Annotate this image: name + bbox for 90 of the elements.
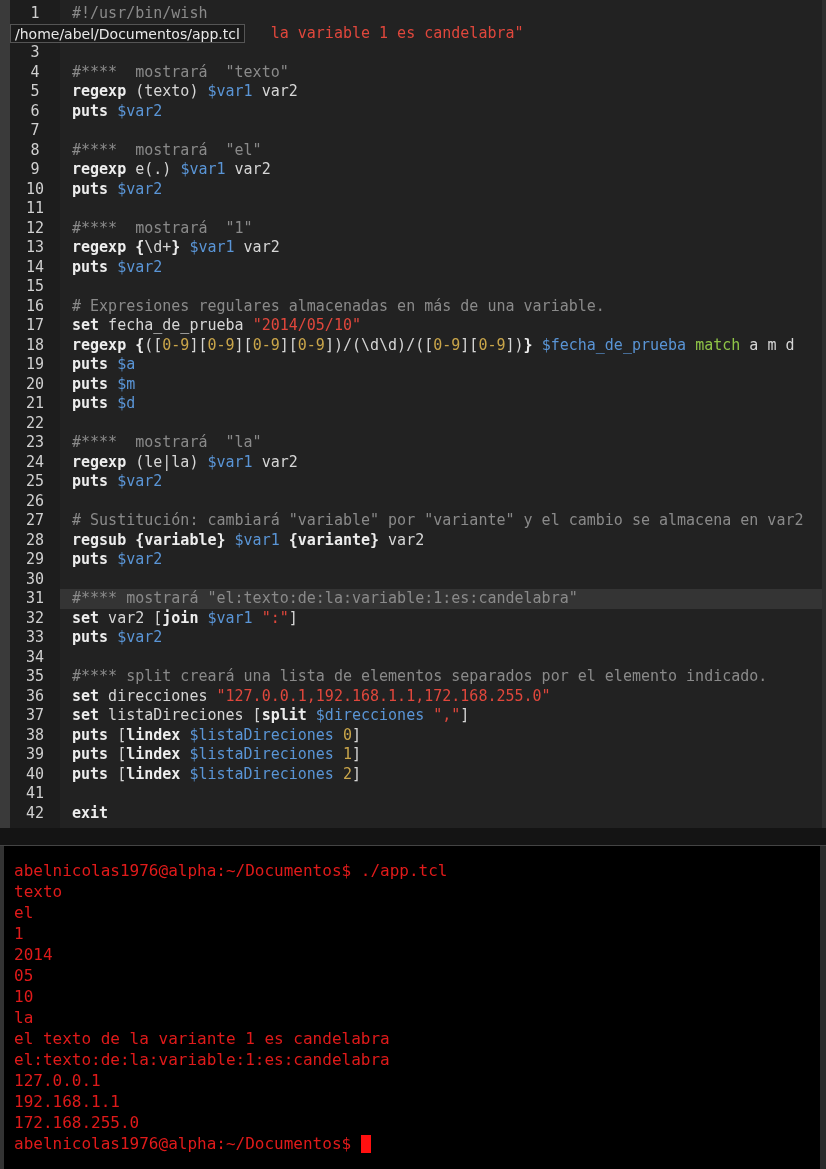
- line-number: 41: [25, 784, 45, 802]
- code-line: regsub {variable} $var1 {variante} var2: [72, 530, 425, 549]
- code-line: puts $a: [72, 355, 136, 373]
- terminal-line: texto: [14, 881, 63, 902]
- terminal-line: 10: [14, 986, 34, 1007]
- line-number: 40: [25, 764, 45, 783]
- code-line: #!/usr/bin/wish: [72, 4, 208, 22]
- line-number: 8: [30, 140, 40, 159]
- line-number: 17: [25, 316, 45, 334]
- line-number: 21: [25, 394, 45, 412]
- code-line: puts [lindex $listaDireciones 1]: [72, 745, 361, 763]
- line-number: 11: [25, 199, 45, 217]
- line-number: 7: [30, 121, 40, 139]
- line-number: 29: [25, 550, 45, 568]
- line-number: 15: [25, 277, 45, 295]
- file-path-tooltip: /home/abel/Documentos/app.tcl: [10, 23, 245, 43]
- line-number: 19: [25, 355, 45, 373]
- line-number: 18: [25, 335, 45, 354]
- code-line: # Expresiones regulares almacenadas en más de una variable.: [72, 296, 605, 315]
- code-line: puts $var2: [72, 628, 163, 646]
- line-number: 10: [25, 179, 45, 198]
- code-line: #**** mostrará "1": [72, 218, 253, 237]
- line-number: 12: [25, 218, 45, 237]
- line-number: 5: [30, 82, 40, 100]
- terminal-line: 127.0.0.1: [14, 1070, 101, 1091]
- line-number: 9: [30, 160, 40, 178]
- line-number: 34: [25, 647, 45, 666]
- line-number: 38: [25, 725, 45, 744]
- line-number: 35: [25, 667, 45, 685]
- code-line: #**** mostrará "texto": [72, 62, 289, 81]
- terminal-line: 2014: [14, 944, 53, 965]
- code-line: puts $d: [72, 394, 136, 412]
- line-number: 39: [25, 745, 45, 763]
- code-line: regexp {([0-9][0-9][0-9][0-9])/(\d\d)/([0-9][0-9])} $fecha_de_prueba match a m d: [72, 335, 795, 354]
- code-line: set direcciones "127.0.0.1,192.168.1.1,172.168.255.0": [72, 686, 551, 705]
- terminal-line: el: [14, 902, 34, 923]
- line-number: 1: [30, 4, 40, 22]
- terminal-line: 05: [14, 965, 34, 986]
- line-number: 27: [25, 511, 45, 529]
- code-line: #**** mostrará "el": [72, 140, 262, 159]
- terminal-line: 172.168.255.0: [14, 1112, 140, 1133]
- code-line: puts [lindex $listaDireciones 2]: [72, 764, 361, 783]
- line-number: 3: [30, 43, 40, 61]
- code-line: # Sustitución: cambiará "variable" por "variante" y el cambio se almacena en var2: [72, 511, 804, 529]
- line-number: 42: [25, 803, 45, 822]
- code-line: puts $m: [72, 374, 136, 393]
- code-line: puts $var2: [72, 472, 163, 490]
- line-number: 24: [25, 452, 45, 471]
- code-line: la variable 1 es candelabra": [270, 23, 524, 42]
- line-number: 31: [25, 589, 45, 607]
- code-line: set fecha_de_prueba "2014/05/10": [72, 316, 361, 334]
- code-line: #**** split creará una lista de elementos separados por el elemento indicado.: [72, 667, 768, 685]
- line-number: 6: [30, 101, 40, 120]
- line-number: 30: [25, 569, 45, 588]
- line-number: 14: [25, 257, 45, 276]
- line-number: 36: [25, 686, 45, 705]
- line-number: 4: [30, 62, 40, 81]
- code-line: puts $var2: [72, 550, 163, 568]
- code-line: regexp (le|la) $var1 var2: [72, 452, 298, 471]
- terminal-line: abelnicolas1976@alpha:~/Documentos$: [14, 1133, 352, 1154]
- line-number: 32: [25, 608, 45, 627]
- terminal-line: el texto de la variante 1 es candelabra: [14, 1028, 390, 1049]
- terminal-line: el:texto:de:la:variable:1:es:candelabra: [14, 1049, 390, 1070]
- terminal-line: la: [14, 1007, 34, 1028]
- code-line: regexp e(.) $var1 var2: [72, 160, 271, 178]
- code-line: regexp (texto) $var1 var2: [72, 82, 298, 100]
- code-line: exit: [72, 803, 109, 822]
- terminal-line: 192.168.1.1: [14, 1091, 120, 1112]
- code-line: set var2 [join $var1 ":"]: [72, 608, 298, 627]
- code-line: set listaDireciones [split $direcciones ","]: [72, 706, 470, 724]
- line-number: 20: [25, 374, 45, 393]
- code-line: puts [lindex $listaDireciones 0]: [72, 725, 361, 744]
- text-cursor: [361, 1134, 372, 1153]
- code-line: puts $var2: [72, 179, 163, 198]
- line-number: 13: [25, 238, 45, 256]
- code-line: #**** mostrará "el:texto:de:la:variable:1:es:candelabra": [72, 589, 578, 607]
- code-line: regexp {\d+} $var1 var2: [72, 238, 280, 256]
- line-number: 37: [25, 706, 45, 724]
- line-number: 25: [25, 472, 45, 490]
- line-number: 26: [25, 491, 45, 510]
- line-number: 16: [25, 296, 45, 315]
- terminal-line: abelnicolas1976@alpha:~/Documentos$ ./app.tcl: [14, 860, 448, 881]
- terminal-line: 1: [14, 923, 24, 944]
- code-line: #**** mostrará "la": [72, 433, 262, 451]
- line-number: 22: [25, 413, 45, 432]
- line-number: 23: [25, 433, 45, 451]
- code-line: puts $var2: [72, 257, 163, 276]
- code-line: puts $var2: [72, 101, 163, 120]
- line-number: 28: [25, 530, 45, 549]
- line-number: 33: [25, 628, 45, 646]
